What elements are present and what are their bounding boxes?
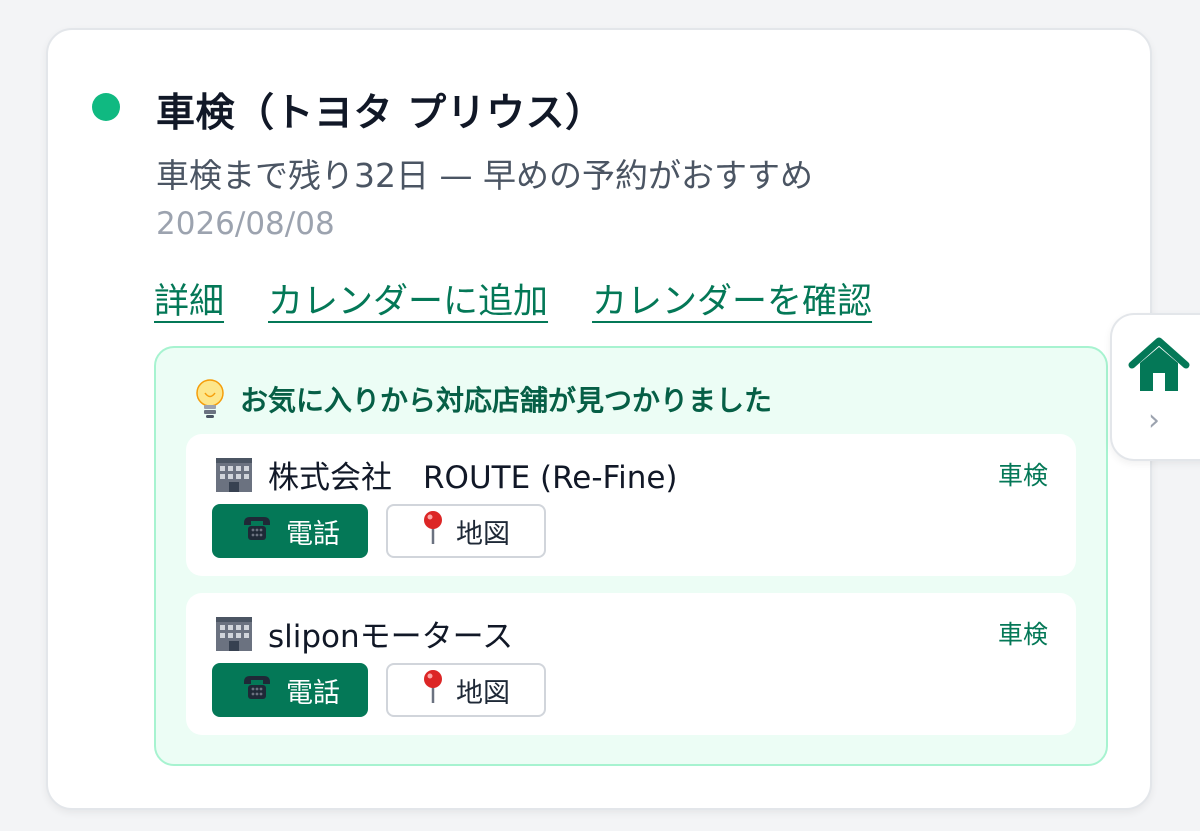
shop-card: sliponモータース 車検 電話 地図 (186, 593, 1076, 735)
call-label: 電話 (286, 518, 340, 550)
panel-header: お気に入りから対応店舗が見つかりました (194, 378, 772, 420)
phone-icon (240, 672, 274, 709)
shop-name-row: 株式会社 ROUTE (Re-Fine) (214, 452, 678, 497)
reminder-title: 車検（トヨタ プリウス） (156, 91, 605, 136)
map-pin-icon (422, 669, 444, 712)
home-side-tab[interactable]: › (1110, 313, 1200, 461)
phone-icon (240, 513, 274, 550)
shop-card: 株式会社 ROUTE (Re-Fine) 車検 電話 地図 (186, 434, 1076, 576)
panel-title: お気に入りから対応店舗が見つかりました (240, 384, 773, 417)
shop-name: 株式会社 ROUTE (Re-Fine) (268, 460, 678, 496)
map-label: 地図 (456, 677, 510, 709)
chevron-right-icon: › (1148, 403, 1160, 438)
reminder-subtitle: 車検まで残り32日 — 早めの予約がおすすめ (156, 156, 813, 195)
call-button[interactable]: 電話 (212, 663, 368, 717)
action-links: 詳細 カレンダーに追加 カレンダーを確認 (154, 273, 872, 324)
lightbulb-icon (194, 378, 226, 420)
map-button[interactable]: 地図 (386, 663, 546, 717)
reminder-card: 車検（トヨタ プリウス） 車検まで残り32日 — 早めの予約がおすすめ 2026… (46, 28, 1152, 810)
reminder-date: 2026/08/08 (156, 206, 335, 242)
home-icon (1128, 335, 1190, 397)
check-calendar-link[interactable]: カレンダーを確認 (592, 273, 872, 324)
map-button[interactable]: 地図 (386, 504, 546, 558)
details-link[interactable]: 詳細 (154, 273, 224, 324)
shop-name-row: sliponモータース (214, 611, 513, 656)
call-button[interactable]: 電話 (212, 504, 368, 558)
map-label: 地図 (456, 518, 510, 550)
service-tag: 車検 (997, 620, 1048, 649)
status-dot (92, 93, 120, 121)
building-icon (214, 615, 254, 653)
shop-suggestion-panel: お気に入りから対応店舗が見つかりました 株式会社 ROUTE (Re-Fine)… (154, 346, 1108, 766)
shop-name: sliponモータース (268, 619, 514, 655)
call-label: 電話 (286, 677, 340, 709)
building-icon (214, 456, 254, 494)
service-tag: 車検 (997, 461, 1048, 490)
add-calendar-link[interactable]: カレンダーに追加 (268, 273, 548, 324)
map-pin-icon (422, 510, 444, 553)
